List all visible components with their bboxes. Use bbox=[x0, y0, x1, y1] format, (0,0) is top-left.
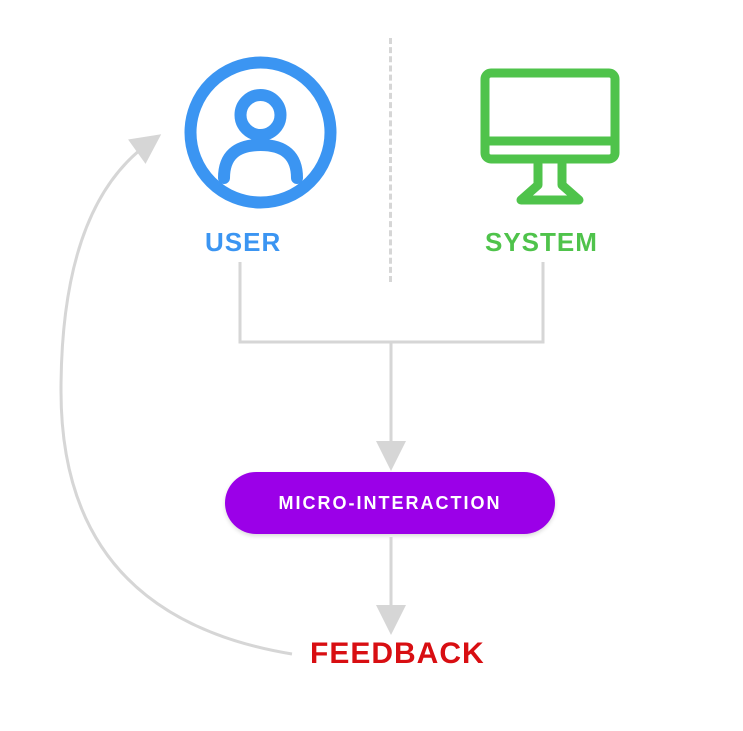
connector-bottom bbox=[0, 0, 743, 731]
user-icon bbox=[183, 55, 338, 215]
feedback-label: FEEDBACK bbox=[310, 637, 485, 671]
system-label: SYSTEM bbox=[485, 227, 598, 258]
system-icon bbox=[475, 63, 625, 218]
micro-interaction-label: MICRO-INTERACTION bbox=[279, 493, 502, 514]
micro-interaction-node: MICRO-INTERACTION bbox=[225, 472, 555, 534]
diagram-container: USER SYSTEM MICRO-INTERACTION FEEDBACK bbox=[0, 0, 743, 731]
connector-top bbox=[0, 0, 743, 731]
divider-line bbox=[389, 38, 392, 282]
user-label: USER bbox=[205, 227, 281, 258]
